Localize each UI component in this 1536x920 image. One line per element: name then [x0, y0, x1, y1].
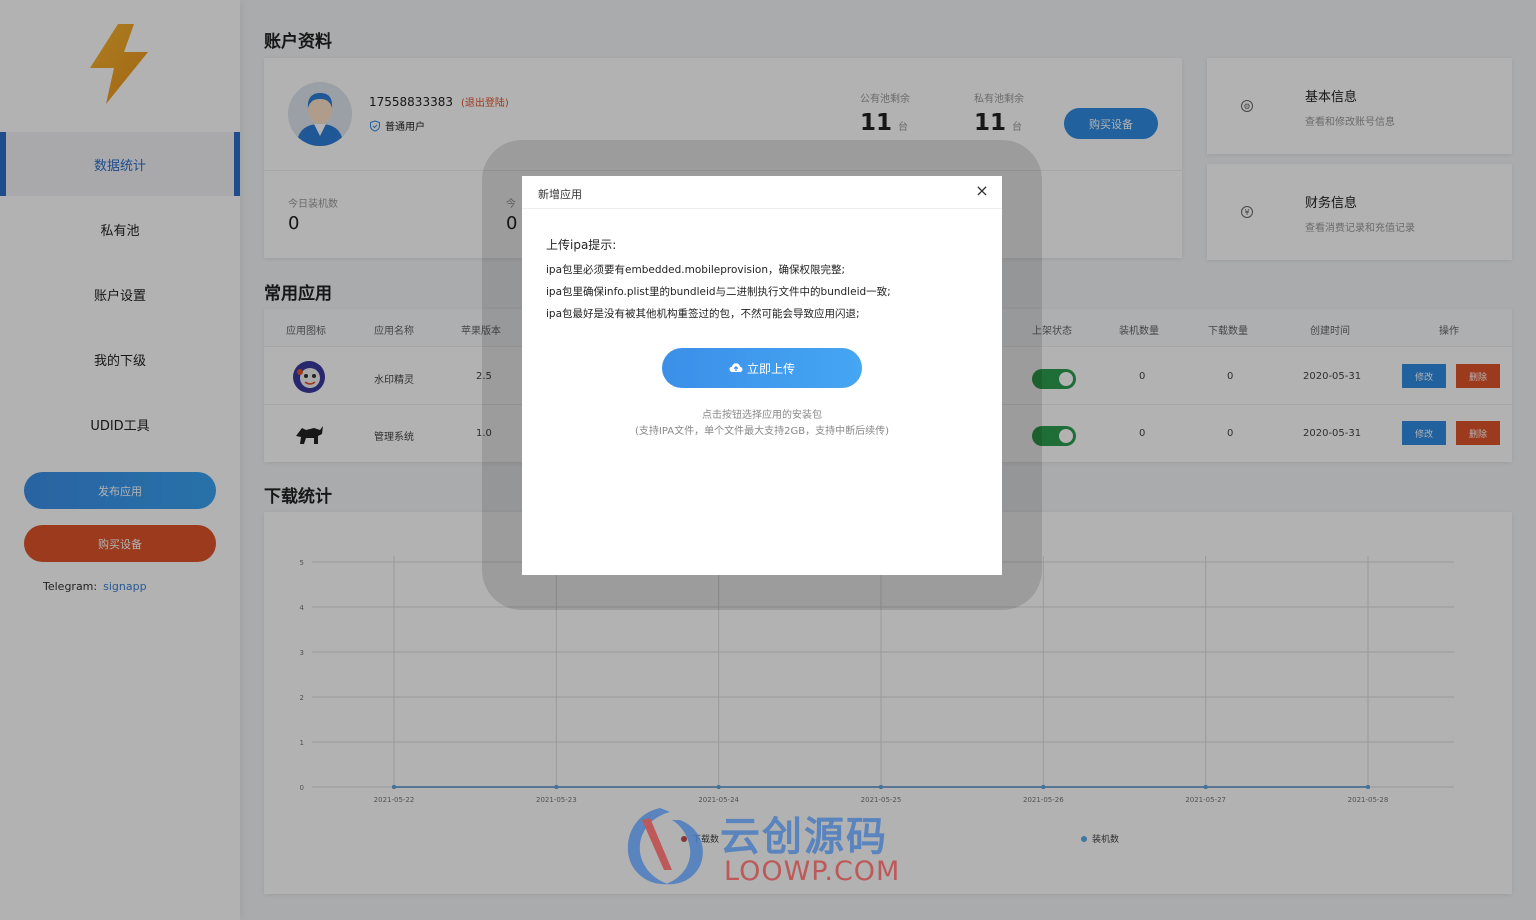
close-icon[interactable]: × [974, 183, 990, 199]
upload-hint-detail: (支持IPA文件，单个文件最大支持2GB，支持中断后续传) [635, 426, 889, 437]
upload-tip-line: ipa包里必须要有embedded.mobileprovision，确保权限完整… [546, 264, 846, 276]
modal-header: 新增应用 × [522, 176, 1002, 209]
modal-title: 新增应用 [538, 188, 582, 201]
upload-hint: 点击按钮选择应用的安装包 [702, 410, 822, 421]
watermark: 云创源码 LOOWP.COM [620, 800, 920, 890]
new-app-modal: 新增应用 × 上传ipa提示: ipa包里必须要有embedded.mobile… [522, 176, 1002, 575]
upload-now-label: 立即上传 [746, 361, 795, 376]
upload-now-button[interactable]: 立即上传 [662, 348, 862, 388]
cloud-upload-icon [729, 363, 743, 372]
upload-tip-line: ipa包最好是没有被其他机构重签过的包，不然可能会导致应用闪退; [546, 308, 860, 320]
watermark-chinese-text: 云创源码 [720, 814, 888, 860]
watermark-domain-text: LOOWP.COM [724, 856, 901, 887]
watermark-logo-icon [627, 808, 703, 885]
upload-tip-line: ipa包里确保info.plist里的bundleid与二进制执行文件中的bun… [546, 286, 891, 298]
upload-tip-title: 上传ipa提示: [546, 238, 617, 252]
